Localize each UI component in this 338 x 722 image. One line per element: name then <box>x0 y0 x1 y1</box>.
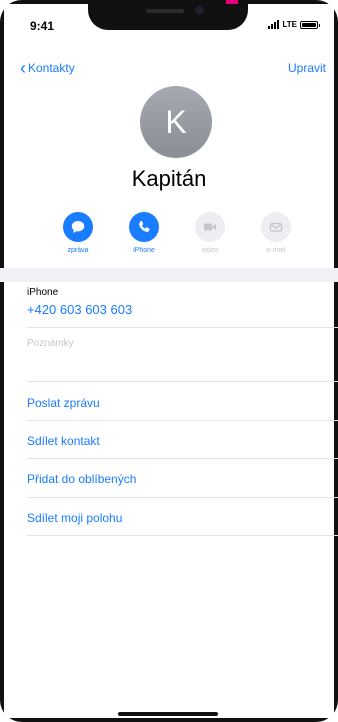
edit-button[interactable]: Upravit <box>288 61 326 75</box>
network-type: LTE <box>282 20 297 29</box>
phone-screen: 9:41 LTE ‹ Kontakty Upravit K Kapitán zp… <box>0 0 338 722</box>
quick-actions: zpráva iPhone video e-mail <box>56 212 300 262</box>
message-label: zpráva <box>67 247 89 254</box>
front-camera <box>195 6 204 15</box>
video-icon <box>195 212 225 242</box>
mail-label: e-mail <box>266 247 286 254</box>
divider <box>27 381 338 382</box>
brand-marker <box>226 0 238 4</box>
add-to-favorites-link[interactable]: Přidat do oblíbených <box>27 472 136 486</box>
battery-icon <box>300 20 320 29</box>
video-label: video <box>201 247 219 254</box>
divider <box>27 535 338 536</box>
message-icon <box>63 212 93 242</box>
send-message-link[interactable]: Poslat zprávu <box>27 396 100 410</box>
call-label: iPhone <box>133 247 155 254</box>
back-label: Kontakty <box>28 61 75 75</box>
device-bezel-bottom <box>0 718 338 722</box>
device-bezel-right <box>334 0 338 722</box>
speaker-grille <box>146 9 184 13</box>
divider <box>27 497 338 498</box>
phone-number[interactable]: +420 603 603 603 <box>27 302 132 317</box>
status-indicators: LTE <box>268 20 320 29</box>
device-notch <box>88 0 248 30</box>
phone-icon <box>129 212 159 242</box>
phone-type-label: iPhone <box>27 287 59 298</box>
share-location-link[interactable]: Sdílet moji polohu <box>27 511 122 525</box>
call-button[interactable]: iPhone <box>122 212 166 254</box>
chevron-left-icon: ‹ <box>20 58 26 78</box>
section-divider <box>0 268 338 282</box>
mail-button[interactable]: e-mail <box>254 212 298 254</box>
home-indicator[interactable] <box>118 712 218 716</box>
signal-icon <box>268 20 280 29</box>
status-time: 9:41 <box>30 19 55 33</box>
back-button[interactable]: ‹ Kontakty <box>20 58 75 78</box>
notes-field[interactable]: Poznámky <box>27 338 74 349</box>
mail-icon <box>261 212 291 242</box>
video-button[interactable]: video <box>188 212 232 254</box>
share-contact-link[interactable]: Sdílet kontakt <box>27 434 100 448</box>
contact-name: Kapitán <box>131 166 207 191</box>
navigation-bar: ‹ Kontakty Upravit <box>0 58 338 80</box>
divider <box>27 420 338 421</box>
divider <box>27 458 338 459</box>
avatar: K <box>140 86 212 158</box>
message-button[interactable]: zpráva <box>56 212 100 254</box>
divider <box>27 327 338 328</box>
device-bezel-left <box>0 0 4 722</box>
